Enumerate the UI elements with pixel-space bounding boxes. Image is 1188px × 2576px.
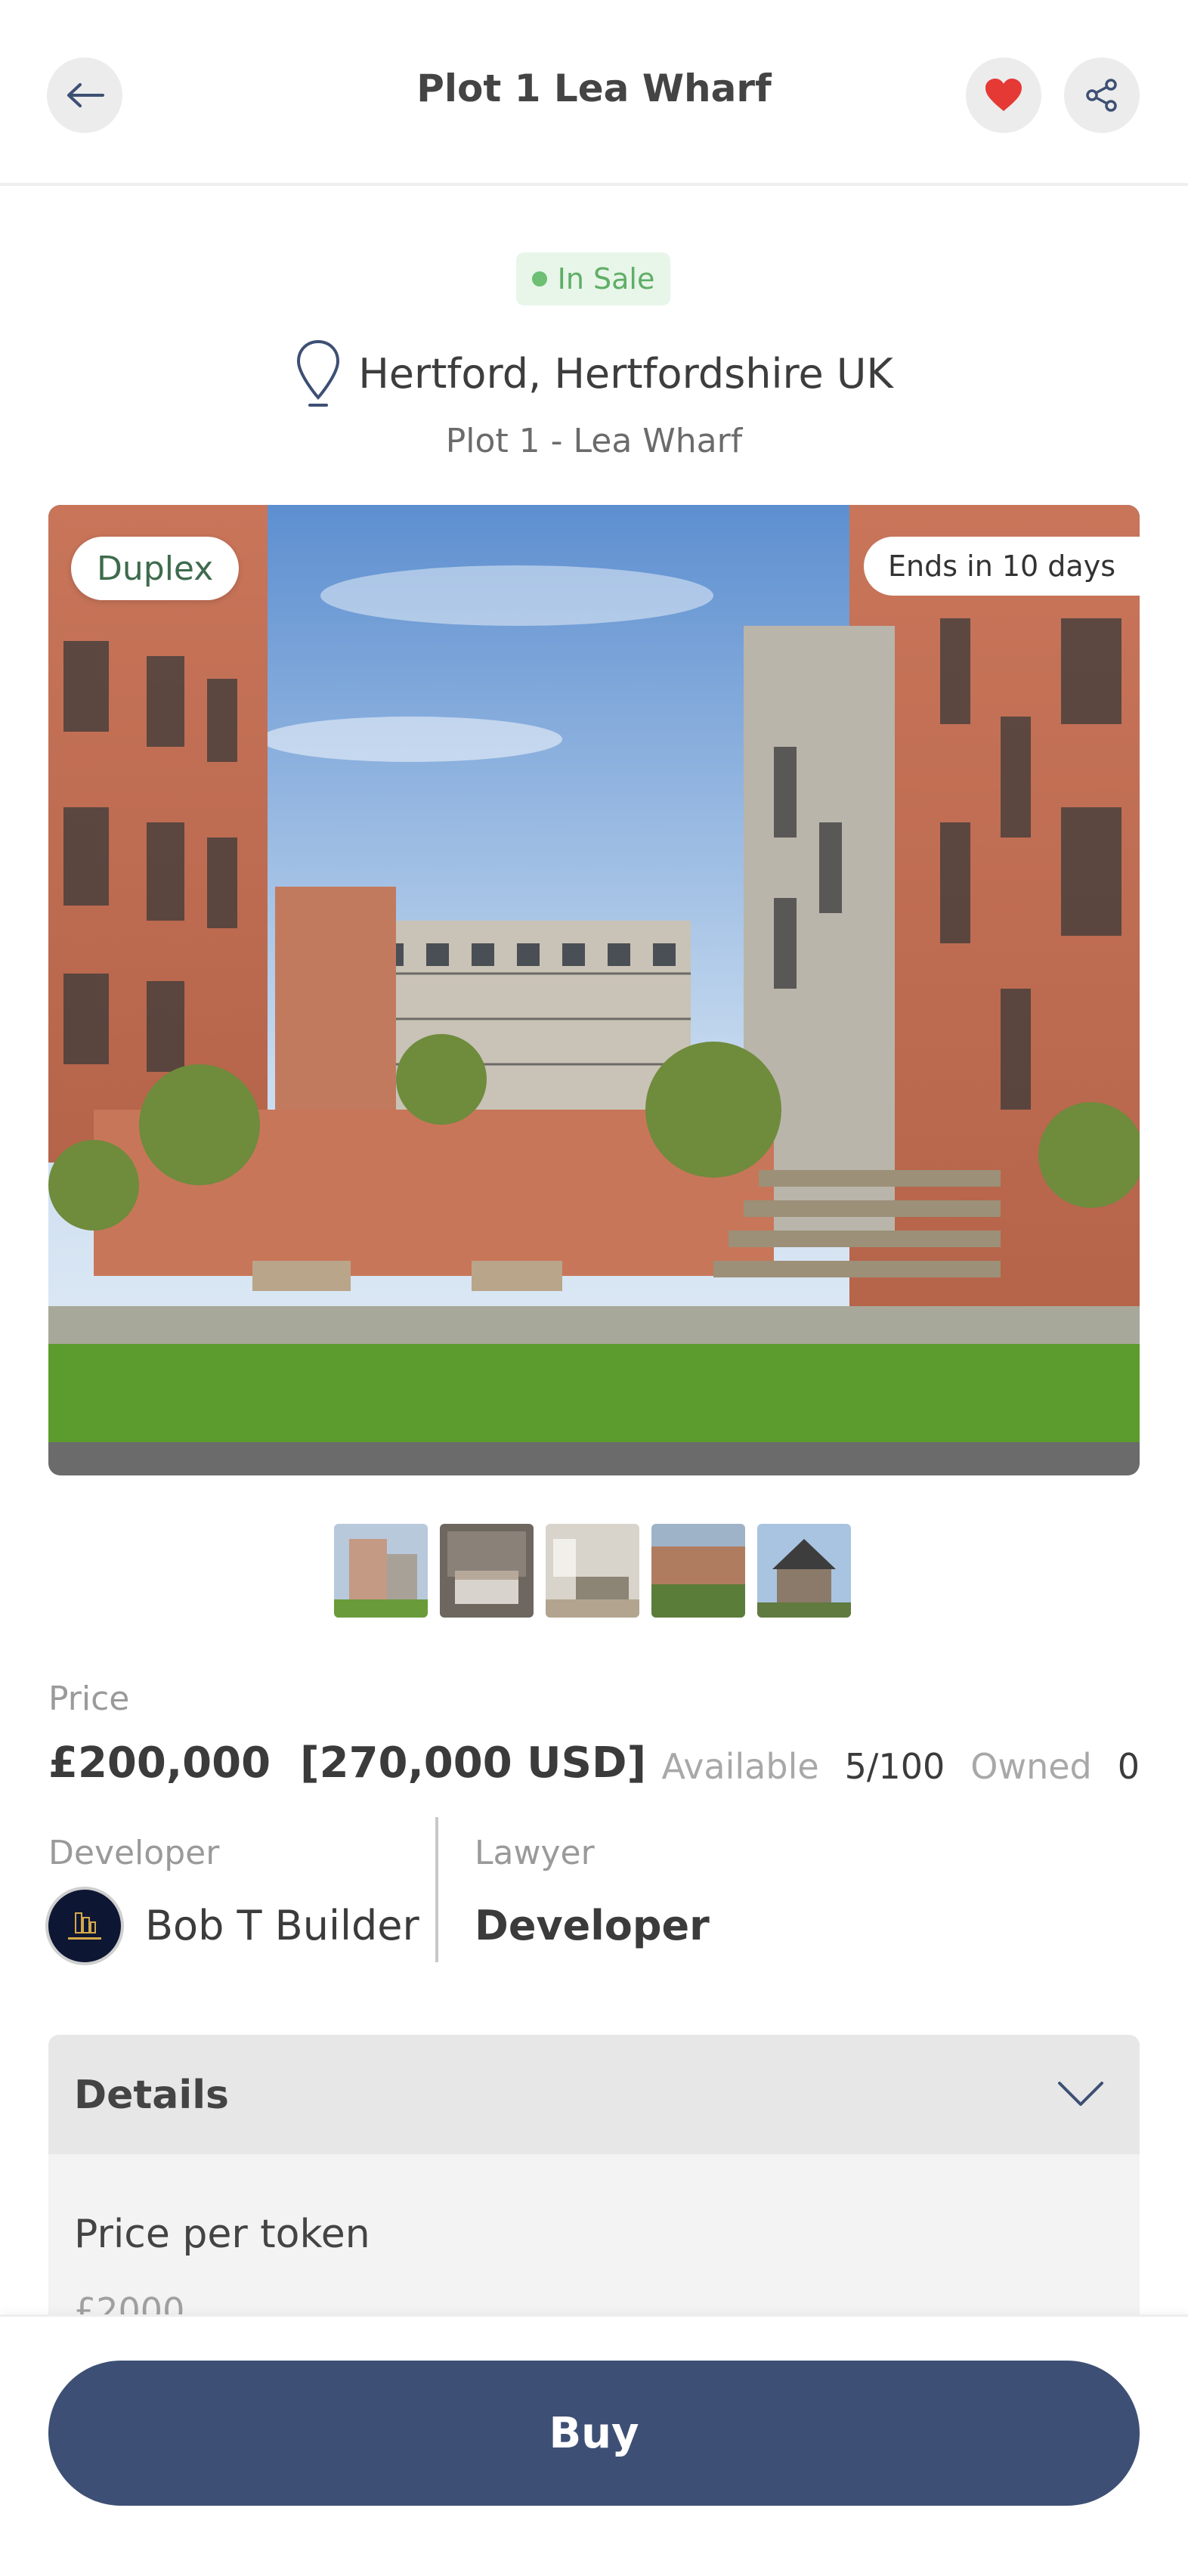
builder-logo-icon	[68, 1912, 101, 1940]
chevron-down-icon	[1058, 2082, 1103, 2106]
developer-label: Developer	[48, 1834, 220, 1872]
status-dot	[531, 271, 547, 286]
details-accordion-header[interactable]: Details	[48, 2035, 1140, 2154]
sale-ends-badge: Ends in 10 days	[864, 537, 1140, 596]
price-label: Price	[48, 1680, 130, 1718]
location-row: Hertford, Hertfordshire UK	[0, 339, 1188, 408]
share-icon	[1086, 79, 1117, 112]
price-value: £200,000 [270,000 USD]	[48, 1738, 647, 1788]
status-badge: In Sale	[516, 252, 670, 305]
top-bar: Plot 1 Lea Wharf	[0, 0, 1188, 186]
location-text: Hertford, Hertfordshire UK	[358, 349, 893, 398]
details-title: Details	[74, 2073, 229, 2118]
owned-label: Owned	[970, 1746, 1092, 1787]
share-button[interactable]	[1064, 57, 1140, 133]
developer-name[interactable]: Bob T Builder	[145, 1902, 419, 1949]
thumbnail-living-room[interactable]	[546, 1524, 639, 1618]
thumbnail-exterior[interactable]	[334, 1524, 428, 1618]
owned-value: 0	[1117, 1746, 1140, 1787]
available-label: Available	[661, 1746, 819, 1787]
heart-icon	[985, 79, 1022, 111]
price-per-token-label: Price per token	[74, 2212, 370, 2257]
party-divider	[435, 1817, 438, 1962]
thumbnail-house[interactable]	[757, 1524, 851, 1618]
bottom-action-bar: Buy	[0, 2314, 1188, 2576]
available-value: 5/100	[844, 1746, 945, 1787]
plot-subtitle: Plot 1 - Lea Wharf	[445, 422, 743, 460]
location-pin-icon	[297, 339, 340, 407]
lawyer-name: Developer	[475, 1902, 710, 1949]
thumbnail-aerial[interactable]	[651, 1524, 745, 1618]
buy-button[interactable]: Buy	[48, 2361, 1140, 2506]
property-type-badge: Duplex	[71, 537, 240, 600]
favorite-button[interactable]	[966, 57, 1041, 133]
thumbnail-strip	[334, 1524, 851, 1618]
status-label: In Sale	[557, 262, 655, 296]
thumbnail-bedroom[interactable]	[440, 1524, 534, 1618]
lawyer-label: Lawyer	[475, 1834, 595, 1872]
property-image[interactable]	[48, 505, 1140, 1475]
property-photo-illustration	[48, 505, 1140, 1475]
developer-avatar[interactable]	[45, 1887, 124, 1965]
availability-row: Available 5/100 Owned 0	[661, 1746, 1140, 1787]
